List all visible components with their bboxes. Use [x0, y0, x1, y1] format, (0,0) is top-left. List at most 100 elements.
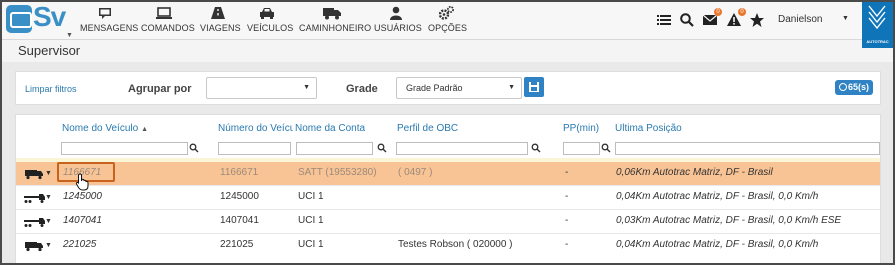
- vehicle-count-badge[interactable]: 65(s): [835, 80, 873, 95]
- cell-vehicle-number: 1245000: [220, 191, 259, 202]
- filter-input-nome-veiculo[interactable]: [61, 142, 188, 155]
- cell-account-name: SATT (19553280): [298, 167, 377, 178]
- grid-value: Grade Padrão: [406, 83, 463, 93]
- brand-logo: AUTOTRAC: [862, 2, 893, 48]
- car-icon: [260, 8, 274, 19]
- chevron-down-icon: ▼: [508, 84, 515, 91]
- nav-item-caminhoneiro[interactable]: CAMINHONEIRO: [299, 5, 372, 33]
- title-bar-end: [862, 48, 893, 62]
- nav-item-veiculos[interactable]: VEÍCULOS: [247, 5, 294, 33]
- cell-last-position: 0,04Km Autotrac Matriz, DF - Brasil, 0,0…: [616, 191, 819, 202]
- cell-account-name: UCI 1: [298, 239, 324, 250]
- cell-vehicle-name[interactable]: 221025: [63, 239, 96, 250]
- group-by-select[interactable]: ▼: [206, 77, 317, 99]
- chevron-down-icon[interactable]: ▼: [45, 170, 52, 177]
- column-header-numero-veiculo[interactable]: Número do Veículo: [218, 123, 293, 134]
- column-header-label: Última Posição: [615, 123, 682, 134]
- cell-pp: -: [565, 191, 569, 202]
- sort-icon[interactable]: ▲: [141, 126, 148, 133]
- user-icon: [390, 6, 402, 20]
- clear-filters-link[interactable]: Limpar filtros: [25, 84, 77, 94]
- search-icon[interactable]: [679, 12, 695, 28]
- count-value: 65(s): [848, 82, 870, 92]
- search-icon[interactable]: [531, 143, 541, 153]
- title-bar: [2, 40, 862, 62]
- filter-input-pp[interactable]: [563, 142, 600, 155]
- filter-input-ultima-posicao[interactable]: [615, 142, 880, 155]
- nav-item-label: CAMINHONEIRO: [299, 23, 372, 33]
- cell-pp: -: [565, 239, 569, 250]
- grid-label: Grade: [346, 83, 378, 95]
- nav-item-mensagens[interactable]: MENSAGENS: [80, 5, 139, 33]
- nav-item-label: COMANDOS: [141, 23, 195, 33]
- user-name[interactable]: Danielson: [778, 14, 822, 25]
- cell-account-name: UCI 1: [298, 191, 324, 202]
- star-icon[interactable]: [749, 12, 765, 28]
- column-header-ultima-posicao[interactable]: Última Posição: [615, 123, 715, 134]
- column-header-nome-veiculo[interactable]: Nome do Veículo ▲: [62, 123, 162, 134]
- logo-icon: [6, 5, 32, 33]
- save-grid-button[interactable]: [524, 77, 544, 97]
- cell-last-position: 0,03Km Autotrac Matriz, DF - Brasil, 0,0…: [616, 215, 842, 226]
- cell-pp: -: [565, 167, 569, 178]
- grid-select[interactable]: Grade Padrão ▼: [396, 77, 522, 99]
- cell-pp: -: [565, 215, 569, 226]
- chevron-down-icon[interactable]: ▼: [842, 15, 849, 22]
- chevron-down-icon[interactable]: ▼: [45, 218, 52, 225]
- search-icon[interactable]: [377, 143, 387, 153]
- cell-vehicle-number: 1407041: [220, 215, 259, 226]
- search-icon[interactable]: [189, 143, 199, 153]
- nav-item-label: VIAGENS: [200, 23, 241, 33]
- search-icon[interactable]: [601, 143, 611, 153]
- nav-item-viagens[interactable]: VIAGENS: [200, 5, 241, 33]
- nav-item-opcoes[interactable]: OPÇÕES: [428, 5, 468, 33]
- page-title: Supervisor: [18, 43, 81, 58]
- message-icon: [99, 8, 111, 19]
- gears-icon: [438, 6, 454, 20]
- nav-item-usuarios[interactable]: USUÁRIOS: [374, 5, 422, 33]
- filter-input-numero-veiculo[interactable]: [218, 142, 291, 155]
- monitor-icon: [156, 7, 172, 19]
- column-header-nome-conta[interactable]: Nome da Conta: [295, 123, 390, 134]
- column-header-label: Nome do Veículo: [62, 123, 139, 134]
- nav-item-label: OPÇÕES: [428, 23, 468, 33]
- nav-item-label: MENSAGENS: [80, 23, 139, 33]
- save-icon: [529, 82, 539, 92]
- cell-obc-profile: Testes Robson ( 020000 ): [398, 239, 513, 250]
- alert-button[interactable]: 0: [726, 8, 746, 28]
- group-by-label: Agrupar por: [128, 83, 192, 95]
- list-icon[interactable]: [656, 12, 672, 28]
- column-header-label: Nome da Conta: [295, 123, 366, 134]
- truck-icon: [323, 8, 341, 20]
- brand-tag: AUTOTRAC: [866, 39, 889, 44]
- clock-icon: [839, 83, 847, 91]
- filter-input-perfil-obc[interactable]: [396, 142, 528, 155]
- cell-vehicle-name[interactable]: 1245000: [63, 191, 102, 202]
- nav-item-comandos[interactable]: COMANDOS: [141, 5, 195, 33]
- cell-obc-profile: ( 0497 ): [398, 167, 433, 178]
- road-icon: [211, 7, 225, 19]
- mail-button[interactable]: 0: [702, 8, 722, 28]
- cell-vehicle-number: 221025: [220, 239, 254, 250]
- filter-input-nome-conta[interactable]: [296, 142, 373, 155]
- column-header-label: Número do Veículo: [218, 123, 293, 134]
- column-header-pp[interactable]: PP(min): [563, 123, 608, 134]
- chevron-down-icon: ▼: [66, 32, 73, 39]
- chevron-down-icon[interactable]: ▼: [45, 242, 52, 249]
- chevron-down-icon: ▼: [303, 84, 310, 91]
- column-header-label: PP(min): [563, 123, 600, 134]
- nav-item-label: USUÁRIOS: [374, 23, 422, 33]
- mail-badge: 0: [714, 8, 722, 16]
- alert-badge: 0: [738, 8, 746, 16]
- cell-account-name: UCI 1: [298, 215, 324, 226]
- column-header-label: Perfil de OBC: [397, 123, 459, 134]
- app-logo[interactable]: Sv ▼: [6, 1, 73, 39]
- chevron-down-icon[interactable]: ▼: [45, 194, 52, 201]
- column-header-perfil-obc[interactable]: Perfil de OBC: [397, 123, 507, 134]
- nav-item-label: VEÍCULOS: [247, 23, 294, 33]
- cell-vehicle-name[interactable]: 1407041: [63, 215, 102, 226]
- cell-last-position: 0,04Km Autotrac Matriz, DF - Brasil, 0,0…: [616, 239, 819, 250]
- cell-last-position: 0,06Km Autotrac Matriz, DF - Brasil: [616, 167, 773, 178]
- logo-text: Sv: [33, 1, 66, 32]
- app-window: Sv ▼ MENSAGENS COMANDOS VIAGENS VEÍCULOS: [0, 0, 895, 265]
